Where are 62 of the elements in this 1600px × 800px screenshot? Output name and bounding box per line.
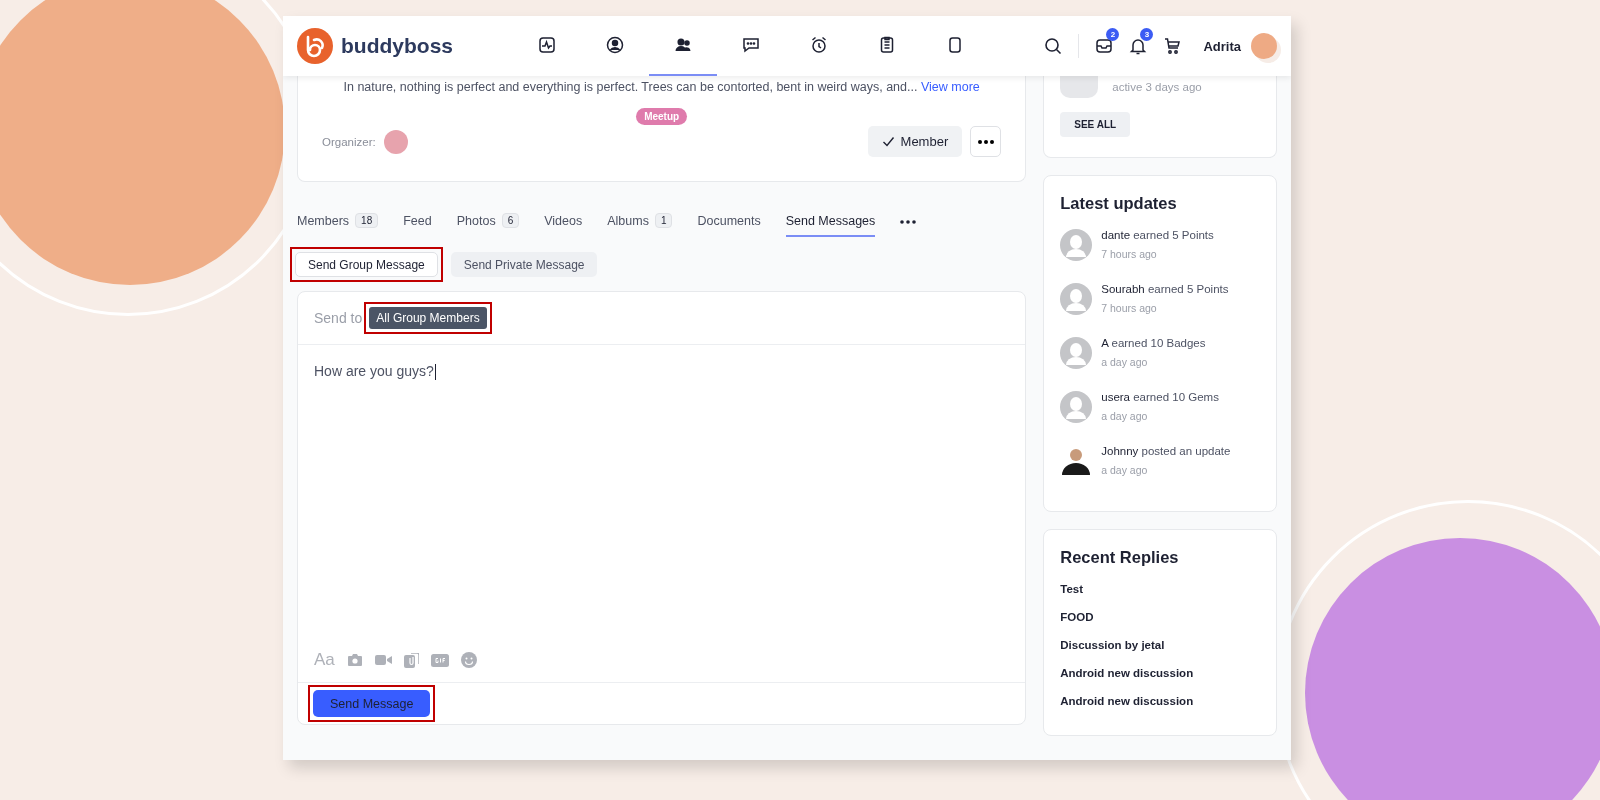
reply-link[interactable]: FOOD xyxy=(1060,611,1260,623)
reply-link[interactable]: Test xyxy=(1060,583,1260,595)
check-icon xyxy=(881,135,895,148)
group-tab[interactable]: Photos 6 xyxy=(456,206,520,237)
message-type-tab[interactable]: Send Group Message xyxy=(295,252,438,277)
member-button[interactable]: Member xyxy=(867,126,963,157)
page-icon xyxy=(946,36,964,54)
emoji-icon[interactable] xyxy=(460,652,477,668)
inbox-icon[interactable] xyxy=(1095,37,1114,55)
group-tab[interactable]: Videos xyxy=(544,206,583,237)
organizer-avatar[interactable] xyxy=(383,129,408,154)
profile-icon xyxy=(606,36,624,54)
reply-link[interactable]: Android new discussion xyxy=(1060,695,1260,707)
activity-time: a day ago xyxy=(1101,464,1149,476)
user-name[interactable]: Adrita xyxy=(1203,38,1241,54)
activity-time: 7 hours ago xyxy=(1101,248,1158,260)
bell-icon[interactable] xyxy=(1129,37,1148,55)
group-description: In nature, nothing is perfect and everything is perfect. Trees can be contorted, bent in weird ways, and... View more xyxy=(342,80,981,94)
group-tab[interactable]: Documents xyxy=(697,206,761,237)
people-icon xyxy=(674,36,692,54)
activity-time: a day ago xyxy=(1101,356,1149,368)
video-icon[interactable] xyxy=(374,654,392,666)
more-options-button[interactable] xyxy=(970,126,1002,157)
search-icon[interactable] xyxy=(1044,37,1063,55)
document-icon xyxy=(878,36,896,54)
alarm-clock-icon xyxy=(810,36,828,54)
chat-icon xyxy=(742,36,760,54)
activity-text: Sourabh earned 5 Points xyxy=(1101,283,1229,295)
message-input[interactable]: How are you guys? xyxy=(298,345,1026,650)
gif-icon[interactable] xyxy=(430,653,449,667)
cart-icon[interactable] xyxy=(1163,37,1182,55)
group-tab[interactable]: Members 18 xyxy=(297,206,379,237)
activity-text: usera earned 10 Gems xyxy=(1101,391,1219,403)
group-tab[interactable]: Send Messages xyxy=(785,206,876,237)
activity-text: A earned 10 Badges xyxy=(1101,337,1206,349)
reply-link[interactable]: Android new discussion xyxy=(1060,667,1260,679)
organizer-label: Organizer: xyxy=(322,135,376,148)
attachment-icon[interactable] xyxy=(403,652,419,668)
view-more-link[interactable]: View more xyxy=(920,80,980,94)
activity-time: 7 hours ago xyxy=(1101,302,1158,314)
last-active-text: active 3 days ago xyxy=(1112,81,1202,93)
activity-text: dante earned 5 Points xyxy=(1101,229,1214,241)
group-type-tag: Meetup xyxy=(636,108,688,125)
camera-icon[interactable] xyxy=(346,653,363,667)
notification-count-badge: 3 xyxy=(1140,28,1154,41)
recipient-chip[interactable]: All Group Members xyxy=(369,307,487,329)
activity-text: Johnny posted an update xyxy=(1101,445,1231,457)
group-tab[interactable]: Feed xyxy=(403,206,432,237)
logo-icon xyxy=(297,28,333,64)
activity-time: a day ago xyxy=(1101,410,1149,422)
logo-text: buddyboss xyxy=(341,34,453,58)
more-icon xyxy=(977,139,994,144)
inbox-count-badge: 2 xyxy=(1106,28,1120,41)
see-all-button[interactable]: SEE ALL xyxy=(1060,112,1131,137)
group-tab[interactable]: Albums 1 xyxy=(607,206,673,237)
section-title: Recent Replies xyxy=(1060,548,1180,567)
pulse-icon xyxy=(538,36,556,54)
section-title: Latest updates xyxy=(1060,194,1178,213)
more-tabs-icon[interactable] xyxy=(900,219,917,224)
message-type-tab[interactable]: Send Private Message xyxy=(450,252,598,277)
send-to-label: Send to xyxy=(314,310,363,326)
reply-link[interactable]: Discussion by jetal xyxy=(1060,639,1260,651)
